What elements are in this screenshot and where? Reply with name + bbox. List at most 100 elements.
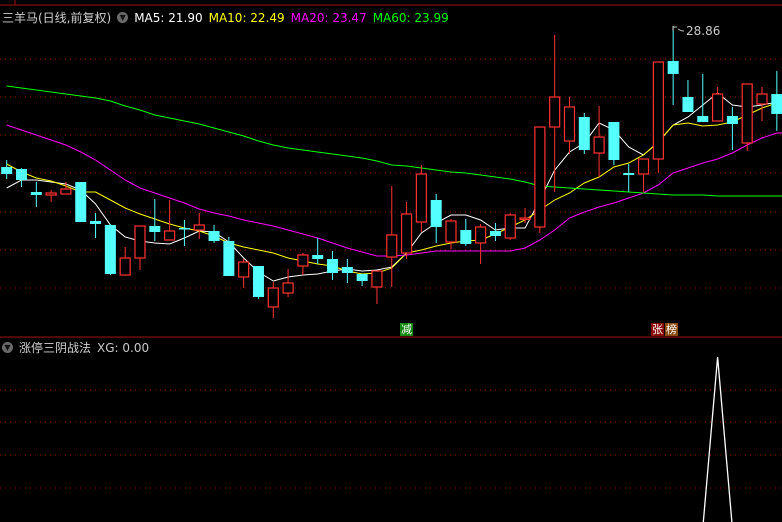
- stock-chart-window: 三羊马(日线,前复权) ▼ MA5: 21.90 MA10: 22.49 MA2…: [0, 0, 782, 522]
- marker-bang[interactable]: 榜: [665, 323, 678, 336]
- candle[interactable]: [341, 259, 353, 283]
- candle[interactable]: [16, 168, 28, 187]
- candle[interactable]: [104, 224, 116, 275]
- candle[interactable]: [608, 122, 620, 165]
- candle-body: [149, 226, 161, 232]
- candle[interactable]: [756, 87, 768, 121]
- candle[interactable]: [400, 202, 413, 259]
- high-marker-pointer: [673, 26, 685, 32]
- candle[interactable]: [504, 213, 516, 240]
- candle[interactable]: [430, 194, 442, 243]
- marker-zhang[interactable]: 张: [651, 323, 664, 336]
- candle-body: [519, 217, 531, 221]
- candle[interactable]: [208, 225, 220, 243]
- candle[interactable]: [593, 106, 605, 177]
- candle-body: [489, 231, 501, 236]
- candle-body: [430, 200, 442, 227]
- xg-value: XG: 0.00: [97, 340, 150, 355]
- candle-body: [178, 228, 190, 230]
- candle-body: [104, 225, 116, 274]
- candle-body: [697, 116, 709, 122]
- candle[interactable]: [252, 266, 264, 299]
- high-price-label: 28.86: [686, 24, 721, 38]
- candle[interactable]: [460, 219, 472, 246]
- candle[interactable]: [711, 87, 724, 122]
- candle[interactable]: [475, 224, 487, 264]
- xg-line: [702, 356, 733, 522]
- candle-body: [356, 274, 368, 281]
- candle[interactable]: [178, 220, 190, 246]
- candle[interactable]: [697, 74, 709, 122]
- candle-body: [756, 93, 768, 105]
- ma5-label: MA5: 21.90: [134, 10, 203, 25]
- candle-body: [563, 106, 576, 142]
- xg-indicator: [702, 356, 733, 522]
- candle[interactable]: [726, 107, 738, 150]
- candle[interactable]: [489, 223, 501, 241]
- candle-body: [741, 83, 753, 144]
- candle[interactable]: [682, 80, 694, 112]
- candle-body: [504, 214, 516, 239]
- candle-body: [623, 173, 635, 175]
- candle[interactable]: [119, 247, 131, 276]
- candle[interactable]: [637, 158, 650, 192]
- candle[interactable]: [534, 126, 546, 233]
- candle-body: [164, 230, 176, 241]
- candle[interactable]: [549, 35, 561, 192]
- chevron-down-icon[interactable]: ▼: [2, 342, 13, 353]
- candle[interactable]: [164, 200, 176, 241]
- candle-body: [45, 192, 57, 196]
- candle[interactable]: [193, 213, 205, 239]
- candle[interactable]: [45, 190, 57, 202]
- candle[interactable]: [578, 113, 590, 154]
- candle-body: [90, 221, 102, 224]
- high-marker: [672, 26, 685, 32]
- candle[interactable]: [223, 237, 235, 276]
- candle-body: [312, 255, 324, 259]
- candle[interactable]: [623, 164, 635, 192]
- candle[interactable]: [282, 269, 294, 297]
- candle[interactable]: [30, 182, 42, 207]
- candle-body: [208, 231, 220, 241]
- candle-body: [400, 213, 413, 254]
- sub-panel-header: ▼ 涨停三阴战法 XG: 0.00: [2, 339, 149, 356]
- marker-jian[interactable]: 减: [400, 323, 413, 336]
- candle[interactable]: [267, 282, 279, 318]
- candle[interactable]: [652, 61, 664, 173]
- candle-body: [771, 94, 782, 114]
- candle[interactable]: [356, 274, 368, 286]
- candle[interactable]: [771, 71, 782, 131]
- candle[interactable]: [415, 165, 427, 232]
- candlesticks: [1, 26, 782, 318]
- candle[interactable]: [90, 213, 102, 238]
- candle[interactable]: [1, 160, 13, 179]
- candle[interactable]: [371, 270, 383, 304]
- candle-body: [223, 241, 235, 276]
- candle-body: [371, 270, 383, 288]
- candle[interactable]: [312, 238, 324, 264]
- candle[interactable]: [297, 253, 309, 275]
- candle-body: [593, 136, 605, 154]
- candle[interactable]: [741, 83, 753, 151]
- candle-body: [327, 259, 339, 273]
- chevron-down-icon[interactable]: ▼: [117, 12, 129, 23]
- candle-body: [460, 230, 472, 244]
- chart-canvas[interactable]: [0, 0, 782, 522]
- candle-body: [252, 266, 264, 297]
- candle[interactable]: [445, 219, 457, 249]
- candle-body: [652, 61, 664, 160]
- candle-body: [667, 61, 679, 74]
- stock-title[interactable]: 三羊马(日线,前复权): [2, 9, 111, 26]
- candle[interactable]: [667, 26, 679, 105]
- candle[interactable]: [386, 186, 398, 287]
- candle[interactable]: [238, 259, 250, 288]
- candle-body: [75, 182, 87, 222]
- main-panel-header: 三羊马(日线,前复权) ▼ MA5: 21.90 MA10: 22.49 MA2…: [2, 9, 449, 26]
- candle[interactable]: [327, 251, 339, 280]
- ma20-label: MA20: 23.47: [290, 10, 367, 25]
- indicator-title[interactable]: 涨停三阴战法: [19, 339, 91, 356]
- candle[interactable]: [563, 97, 576, 154]
- candle[interactable]: [75, 182, 87, 222]
- candle-body: [549, 96, 561, 128]
- candle[interactable]: [134, 225, 146, 270]
